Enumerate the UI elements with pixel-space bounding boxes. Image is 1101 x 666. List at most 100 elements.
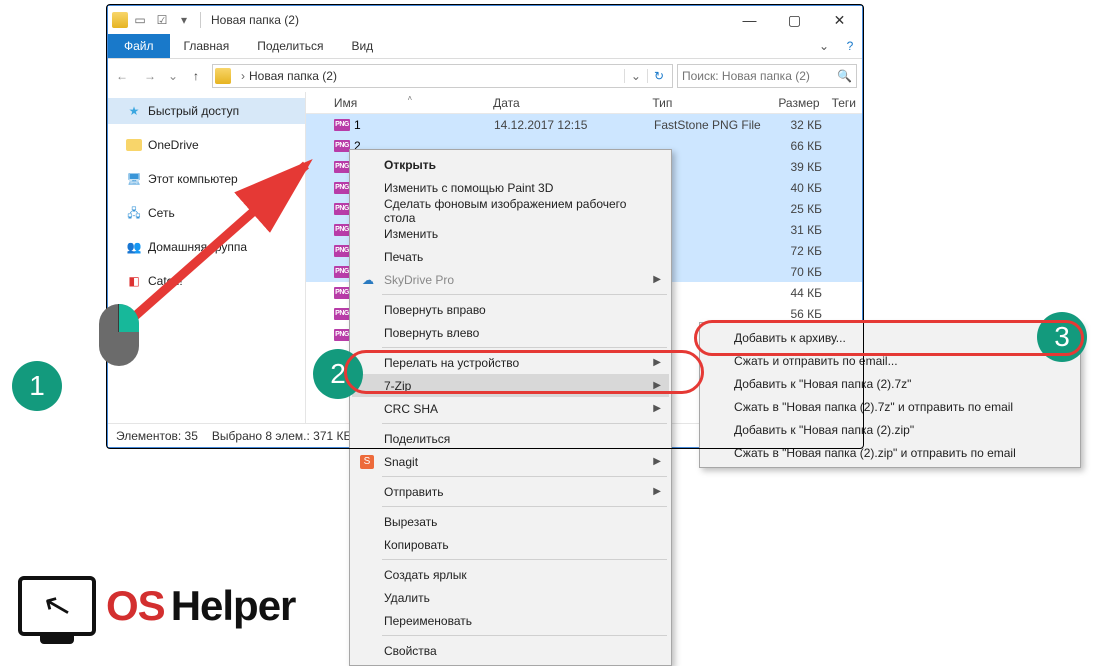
- search-input[interactable]: [682, 69, 837, 83]
- menu-item-label: Вырезать: [384, 515, 437, 529]
- col-size[interactable]: Размер: [771, 96, 826, 110]
- menu-item[interactable]: CRC SHA▶: [352, 397, 669, 420]
- qat-properties-icon[interactable]: ▭: [130, 10, 150, 30]
- file-tab[interactable]: Файл: [108, 34, 170, 58]
- qat-checkbox-icon[interactable]: ☑: [152, 10, 172, 30]
- menu-item-label: Изменить: [384, 227, 438, 241]
- nav-up-button[interactable]: ↑: [184, 64, 208, 88]
- maximize-button[interactable]: ▢: [772, 6, 817, 34]
- menu-item[interactable]: Изменить: [352, 222, 669, 245]
- refresh-icon[interactable]: ↻: [647, 69, 670, 83]
- menu-item-label: Переименовать: [384, 614, 472, 628]
- submenu-item[interactable]: Добавить к "Новая папка (2).zip": [702, 418, 1078, 441]
- menu-item[interactable]: Свойства: [352, 639, 669, 662]
- status-selection: Выбрано 8 элем.: 371 КБ: [212, 429, 352, 443]
- titlebar: ▭ ☑ ▾ Новая папка (2) — ▢ ✕: [108, 6, 862, 34]
- menu-item[interactable]: Повернуть вправо: [352, 298, 669, 321]
- menu-item-label: Сделать фоновым изображением рабочего ст…: [384, 197, 647, 225]
- png-icon: PNG: [334, 245, 350, 257]
- menu-item[interactable]: Копировать: [352, 533, 669, 556]
- context-submenu-7zip: Добавить к архиву...Сжать и отправить по…: [699, 322, 1081, 468]
- nav-back-button[interactable]: ←: [110, 64, 134, 88]
- col-type[interactable]: Тип: [646, 96, 770, 110]
- address-bar[interactable]: › Новая папка (2) ⌄ ↻: [212, 64, 673, 88]
- file-size: 25 КБ: [773, 202, 828, 216]
- menu-item-label: Отправить: [384, 485, 444, 499]
- menu-item-label: Создать ярлык: [384, 568, 467, 582]
- menu-item[interactable]: Удалить: [352, 586, 669, 609]
- col-date[interactable]: Дата: [487, 96, 646, 110]
- search-box[interactable]: 🔍: [677, 64, 857, 88]
- chevron-right-icon: ▶: [653, 357, 661, 368]
- menu-item[interactable]: Печать: [352, 245, 669, 268]
- nav-this-pc[interactable]: 🖥Этот компьютер: [108, 166, 305, 192]
- catch-icon: ◧: [126, 273, 142, 289]
- menu-item[interactable]: Отправить ▶: [352, 480, 669, 503]
- column-headers: Имя˄ Дата Тип Размер Теги: [306, 92, 862, 114]
- menu-item-label: Открыть: [384, 158, 436, 172]
- file-type: FastStone PNG File: [648, 118, 773, 132]
- annotation-bubble-2: 2: [313, 349, 363, 399]
- close-button[interactable]: ✕: [817, 6, 862, 34]
- file-size: 44 КБ: [773, 286, 828, 300]
- menu-item[interactable]: Сделать фоновым изображением рабочего ст…: [352, 199, 669, 222]
- menu-item[interactable]: Открыть: [352, 153, 669, 176]
- col-name[interactable]: Имя˄: [328, 96, 487, 110]
- qat-dropdown-icon[interactable]: ▾: [174, 10, 194, 30]
- file-row[interactable]: PNG114.12.2017 12:15FastStone PNG File32…: [306, 114, 862, 135]
- submenu-item[interactable]: Сжать и отправить по email...: [702, 349, 1078, 372]
- nav-pane: ★Быстрый доступ OneDrive 🖥Этот компьютер…: [108, 92, 306, 423]
- menu-item[interactable]: Перелать на устройство ▶: [352, 351, 669, 374]
- pc-icon: 🖥: [126, 171, 142, 187]
- breadcrumb[interactable]: Новая папка (2): [249, 69, 337, 83]
- nav-catch[interactable]: ◧Catch!: [108, 268, 305, 294]
- snagit-icon: S: [360, 455, 374, 469]
- nav-history-dropdown[interactable]: ⌄: [166, 64, 180, 88]
- menu-item-label: Изменить с помощью Paint 3D: [384, 181, 553, 195]
- file-size: 66 КБ: [773, 139, 828, 153]
- menu-item[interactable]: ☁SkyDrive Pro▶: [352, 268, 669, 291]
- ribbon: Файл Главная Поделиться Вид ⌄ ?: [108, 34, 862, 59]
- annotation-bubble-1: 1: [12, 361, 62, 411]
- search-icon[interactable]: 🔍: [837, 69, 852, 83]
- nav-network[interactable]: 🖧Сеть: [108, 200, 305, 226]
- file-size: 31 КБ: [773, 223, 828, 237]
- menu-item[interactable]: Вырезать: [352, 510, 669, 533]
- submenu-item-label: Сжать в "Новая папка (2).7z" и отправить…: [734, 400, 1013, 414]
- nav-quick-access[interactable]: ★Быстрый доступ: [108, 98, 305, 124]
- menu-item[interactable]: Переименовать: [352, 609, 669, 632]
- menu-item-label: Snagit: [384, 455, 418, 469]
- menu-item[interactable]: Повернуть влево: [352, 321, 669, 344]
- col-tags[interactable]: Теги: [826, 96, 862, 110]
- png-icon: PNG: [334, 161, 350, 173]
- nav-homegroup[interactable]: 👥Домашняя группа: [108, 234, 305, 260]
- menu-item-label: Печать: [384, 250, 423, 264]
- tab-view[interactable]: Вид: [337, 34, 387, 58]
- submenu-item[interactable]: Добавить к "Новая папка (2).7z": [702, 372, 1078, 395]
- address-dropdown-icon[interactable]: ⌄: [624, 69, 647, 83]
- menu-item[interactable]: SSnagit▶: [352, 450, 669, 473]
- submenu-item[interactable]: Сжать в "Новая папка (2).zip" и отправит…: [702, 441, 1078, 464]
- tab-share[interactable]: Поделиться: [243, 34, 337, 58]
- window-title: Новая папка (2): [211, 13, 299, 27]
- submenu-item[interactable]: Добавить к архиву...: [702, 326, 1078, 349]
- tab-home[interactable]: Главная: [170, 34, 244, 58]
- chevron-right-icon[interactable]: ›: [237, 69, 249, 83]
- menu-item[interactable]: Поделиться: [352, 427, 669, 450]
- chevron-right-icon: ▶: [653, 486, 661, 497]
- png-icon: PNG: [334, 119, 350, 131]
- nav-onedrive[interactable]: OneDrive: [108, 132, 305, 158]
- cloud-icon: ☁: [360, 272, 376, 288]
- file-size: 56 КБ: [773, 307, 828, 321]
- brand-logo: ↖ OS Helper: [18, 576, 295, 636]
- nav-forward-button[interactable]: →: [138, 64, 162, 88]
- help-icon[interactable]: ?: [838, 34, 862, 58]
- minimize-button[interactable]: —: [727, 6, 772, 34]
- menu-item[interactable]: Создать ярлык: [352, 563, 669, 586]
- logo-os: OS: [106, 582, 165, 630]
- ribbon-expand-icon[interactable]: ⌄: [810, 34, 838, 58]
- submenu-item[interactable]: Сжать в "Новая папка (2).7z" и отправить…: [702, 395, 1078, 418]
- png-icon: PNG: [334, 266, 350, 278]
- menu-item[interactable]: 7-Zip▶: [352, 374, 669, 397]
- menu-item-label: Перелать на устройство: [384, 356, 519, 370]
